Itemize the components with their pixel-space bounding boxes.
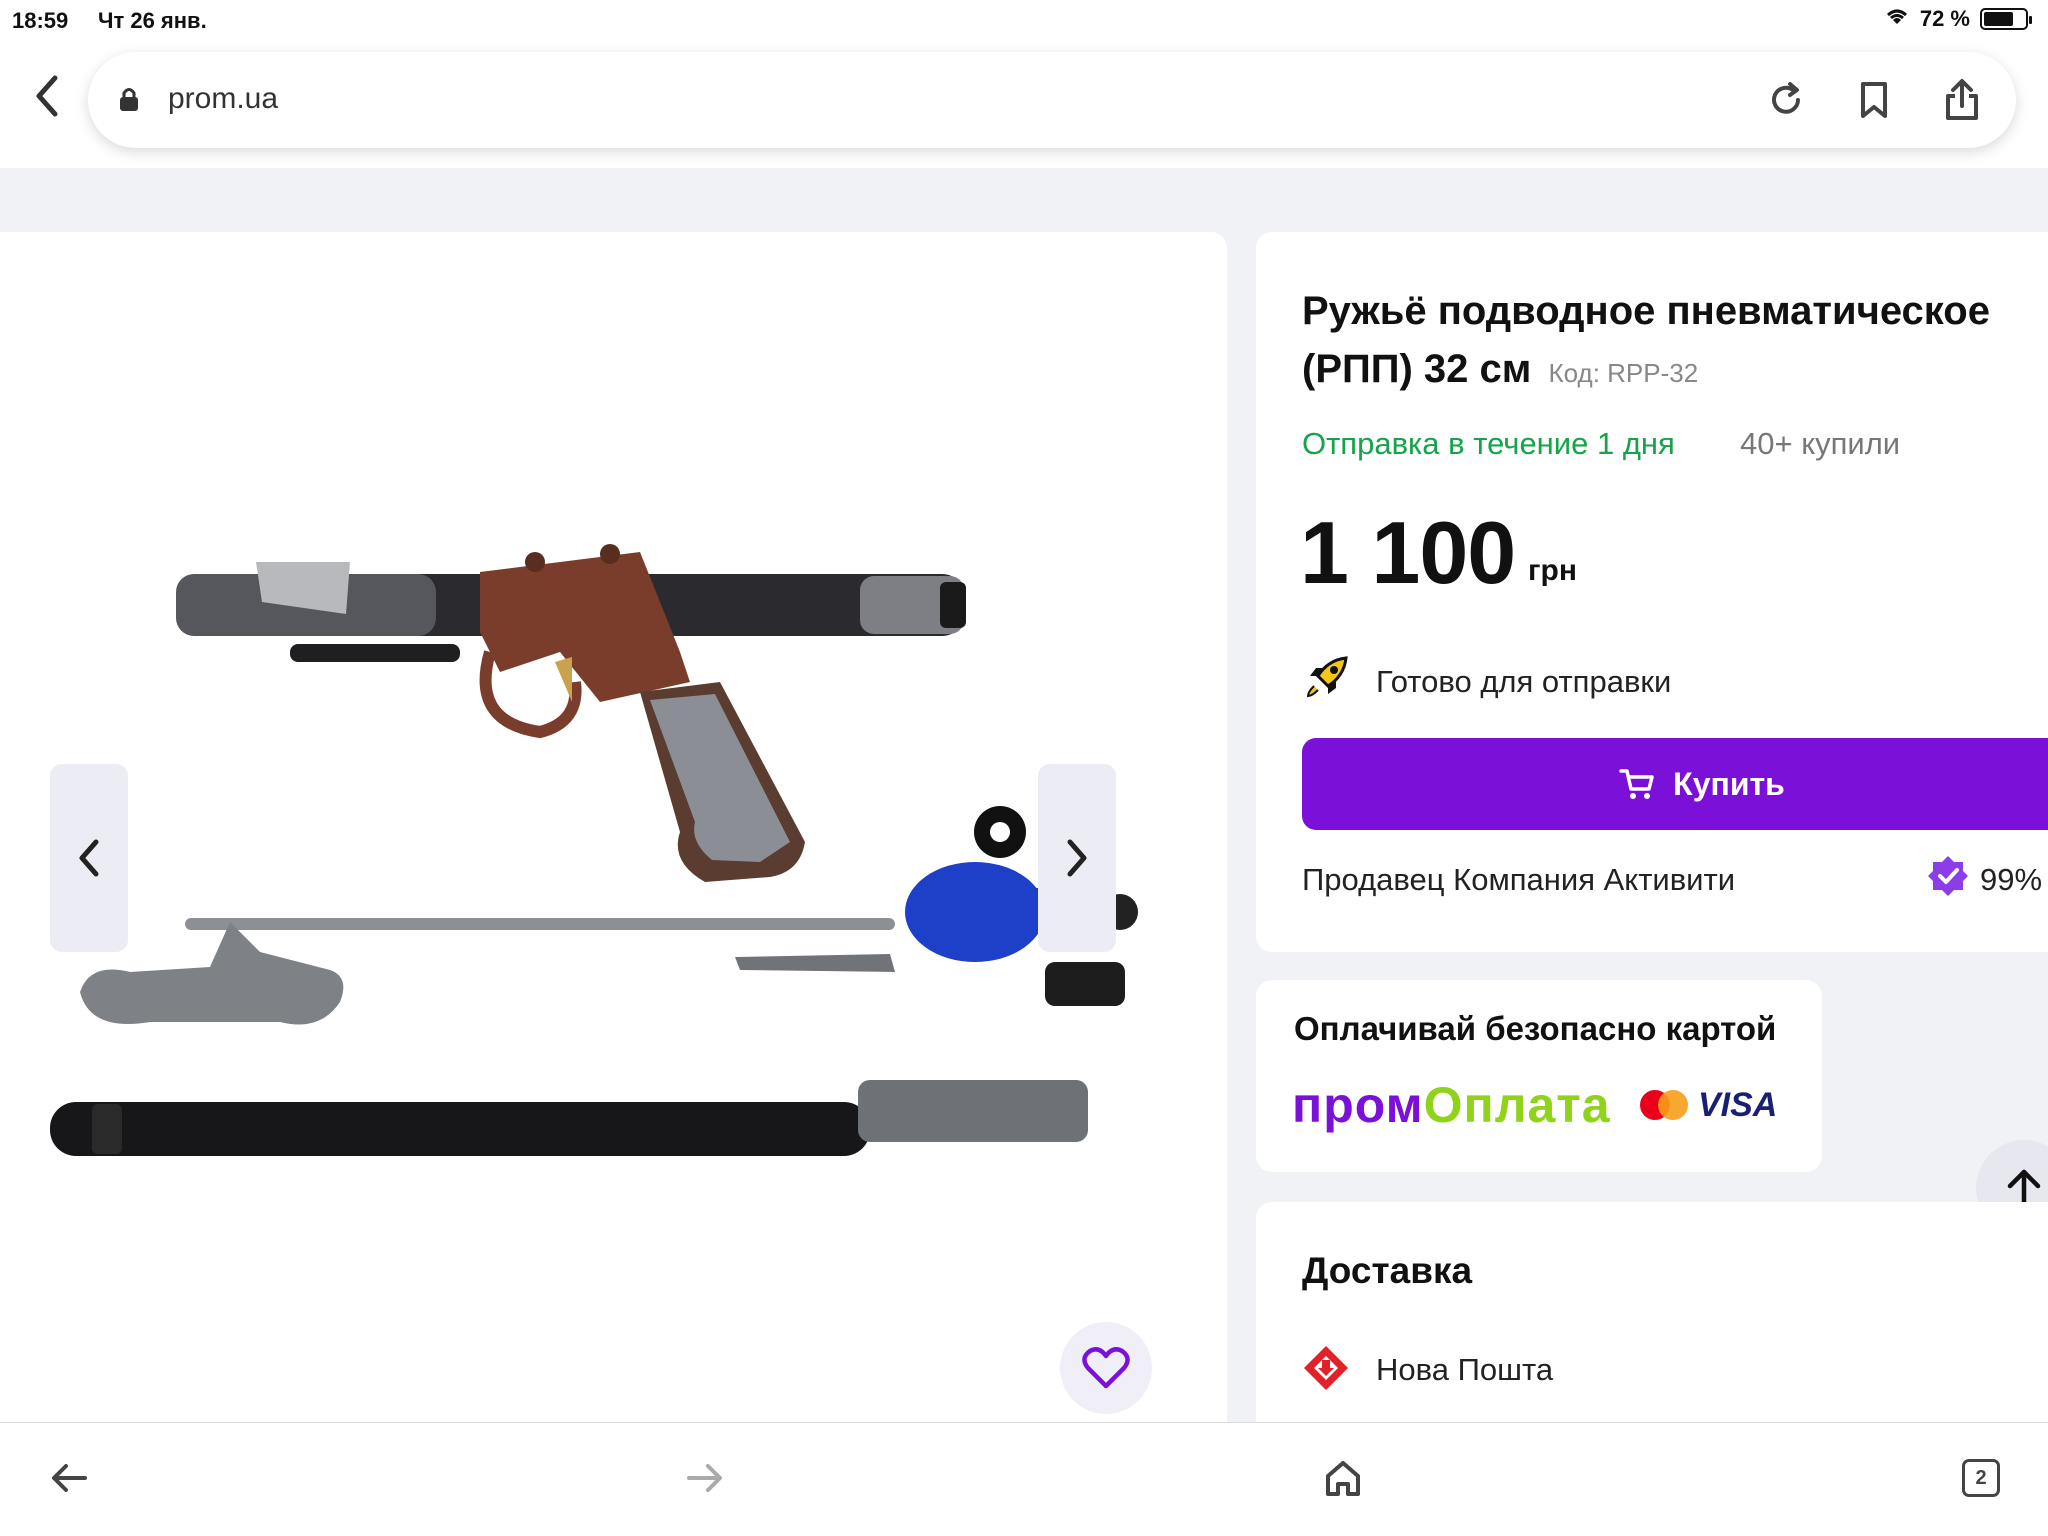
product-info-card: Ружьё подводное пневматическое (РПП) 32 … <box>1256 232 2048 952</box>
price-currency: грн <box>1528 554 1577 587</box>
toolbar-tabs-button[interactable]: 2 <box>1956 1453 2006 1503</box>
bookmark-button[interactable] <box>1852 78 1896 122</box>
prom-oplata-logo-part1: пром <box>1292 1077 1424 1133</box>
status-time: 18:59 <box>12 8 69 33</box>
home-icon <box>1326 1461 1360 1496</box>
chevron-right-icon <box>1067 839 1087 877</box>
gallery-prev-button[interactable] <box>50 764 128 952</box>
verified-badge-icon <box>1926 854 1970 903</box>
rocket-icon <box>1302 652 1352 707</box>
seller-name[interactable]: Продавец Компания Активити <box>1302 862 1735 898</box>
share-button[interactable] <box>1940 78 1984 122</box>
product-title: Ружьё подводное пневматическое (РПП) 32 … <box>1302 282 2048 402</box>
battery-percent: 72 % <box>1919 6 1970 31</box>
status-bar: 18:59 Чт 26 янв. 72 % <box>0 0 2048 40</box>
heart-icon <box>1082 1347 1130 1389</box>
buy-button-label: Купить <box>1673 765 1785 802</box>
toolbar-home-button[interactable] <box>1318 1453 1368 1503</box>
payment-title: Оплачивай безопасно картой <box>1294 1010 1777 1047</box>
arrow-right-icon <box>687 1464 722 1492</box>
product-code: Код: RPP-32 <box>1548 358 1699 388</box>
browser-back-button[interactable] <box>24 74 68 118</box>
prom-oplata-logo: промОплата <box>1292 1076 1611 1134</box>
address-bar[interactable]: prom.ua <box>88 52 2016 148</box>
tabs-count: 2 <box>1962 1459 2000 1497</box>
payment-card: Оплачивай безопасно картой промОплата VI… <box>1256 980 1822 1172</box>
wifi-icon <box>1884 6 1910 32</box>
reload-icon <box>1772 82 1800 114</box>
toolbar-forward-button[interactable] <box>680 1453 730 1503</box>
share-icon <box>1946 79 1978 120</box>
nova-poshta-icon <box>1302 1344 1350 1397</box>
gallery-next-button[interactable] <box>1038 764 1116 952</box>
prom-oplata-logo-part2: Оплата <box>1423 1077 1611 1133</box>
url-text: prom.ua <box>168 82 279 115</box>
arrow-left-icon <box>52 1464 87 1492</box>
product-gallery <box>0 232 1227 1424</box>
browser-bar: prom.ua <box>0 40 2048 168</box>
lock-icon <box>118 86 140 117</box>
battery-icon <box>1980 8 2032 30</box>
delivery-title: Доставка <box>1302 1250 1473 1291</box>
seller-rating: 99% <box>1980 862 2043 897</box>
chevron-left-icon <box>79 839 99 877</box>
cart-icon <box>1619 769 1654 799</box>
browser-toolbar: 2 <box>0 1422 2048 1536</box>
status-date: Чт 26 янв. <box>98 8 207 33</box>
product-price: 1 100 <box>1300 503 1516 602</box>
mastercard-icon <box>1640 1090 1690 1120</box>
status-right: 72 % <box>1884 6 2032 32</box>
ready-to-ship-text: Готово для отправки <box>1376 664 1672 699</box>
visa-logo: VISA <box>1698 1086 1778 1124</box>
bookmark-icon <box>1861 82 1887 118</box>
toolbar-back-button[interactable] <box>44 1453 94 1503</box>
reload-button[interactable] <box>1764 78 1808 122</box>
shipping-info: Отправка в течение 1 дня <box>1302 426 1675 461</box>
buy-button[interactable]: Купить <box>1302 738 2048 830</box>
bought-count: 40+ купили <box>1740 426 1901 461</box>
chevron-left-icon <box>36 75 58 117</box>
delivery-carrier: Нова Пошта <box>1376 1352 1554 1387</box>
favorite-button[interactable] <box>1060 1322 1152 1414</box>
